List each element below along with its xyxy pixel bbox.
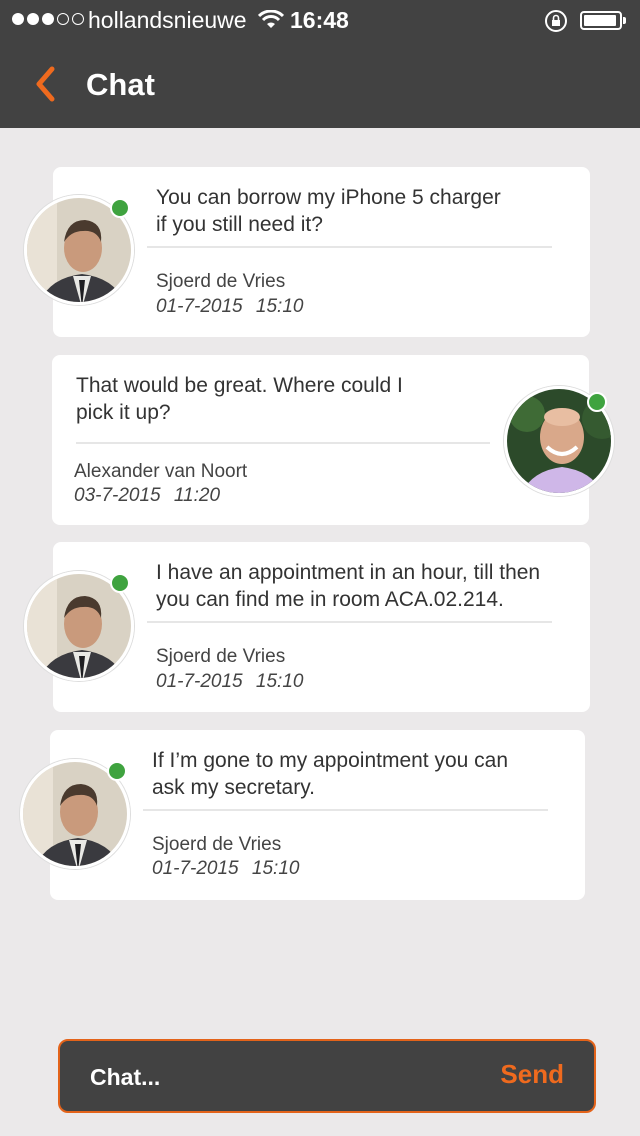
page-title: Chat: [86, 67, 155, 102]
chevron-left-icon: [36, 66, 55, 102]
battery-icon: [580, 11, 626, 30]
online-indicator: [110, 198, 130, 218]
status-time: 16:48: [290, 7, 349, 33]
online-indicator: [587, 392, 607, 412]
top-bar: hollandsnieuwe 16:48 Chat: [0, 0, 640, 128]
message-author: Sjoerd de Vries: [156, 646, 286, 667]
rotation-lock-icon: [544, 9, 568, 38]
online-indicator: [110, 573, 130, 593]
message-divider: [147, 621, 552, 623]
status-bar: hollandsnieuwe 16:48: [0, 0, 640, 40]
message-timestamp: 03-7-2015 11:20: [74, 485, 221, 506]
message-author: Sjoerd de Vries: [152, 834, 282, 855]
message-timestamp: 01-7-2015 15:10: [152, 858, 300, 879]
send-button[interactable]: Send: [500, 1059, 564, 1090]
chat-composer: Send: [58, 1039, 596, 1113]
carrier-name: hollandsnieuwe: [88, 7, 247, 33]
message-text: I have an appointment in an hour, till t…: [156, 561, 541, 611]
message-text: You can borrow my iPhone 5 charger if you…: [156, 186, 501, 236]
wifi-icon: [257, 9, 285, 35]
message-divider: [76, 442, 490, 444]
message-divider: [147, 246, 552, 248]
message-timestamp: 01-7-2015 15:10: [156, 671, 304, 692]
nav-bar: Chat: [0, 40, 640, 128]
message-divider: [143, 809, 548, 811]
back-button[interactable]: [30, 64, 66, 104]
signal-strength-icon: [12, 13, 84, 25]
chat-input[interactable]: [90, 1055, 470, 1099]
online-indicator: [107, 761, 127, 781]
message-text: That would be great. Where could Ipick i…: [76, 374, 403, 424]
message-text: If I’m gone to my appointment you can ask…: [152, 749, 509, 799]
message-timestamp: 01-7-2015 15:10: [156, 296, 304, 317]
message-author: Alexander van Noort: [74, 461, 248, 482]
message-author: Sjoerd de Vries: [156, 271, 286, 292]
chat-message: If I’m gone to my appointment you can ask…: [50, 730, 585, 900]
